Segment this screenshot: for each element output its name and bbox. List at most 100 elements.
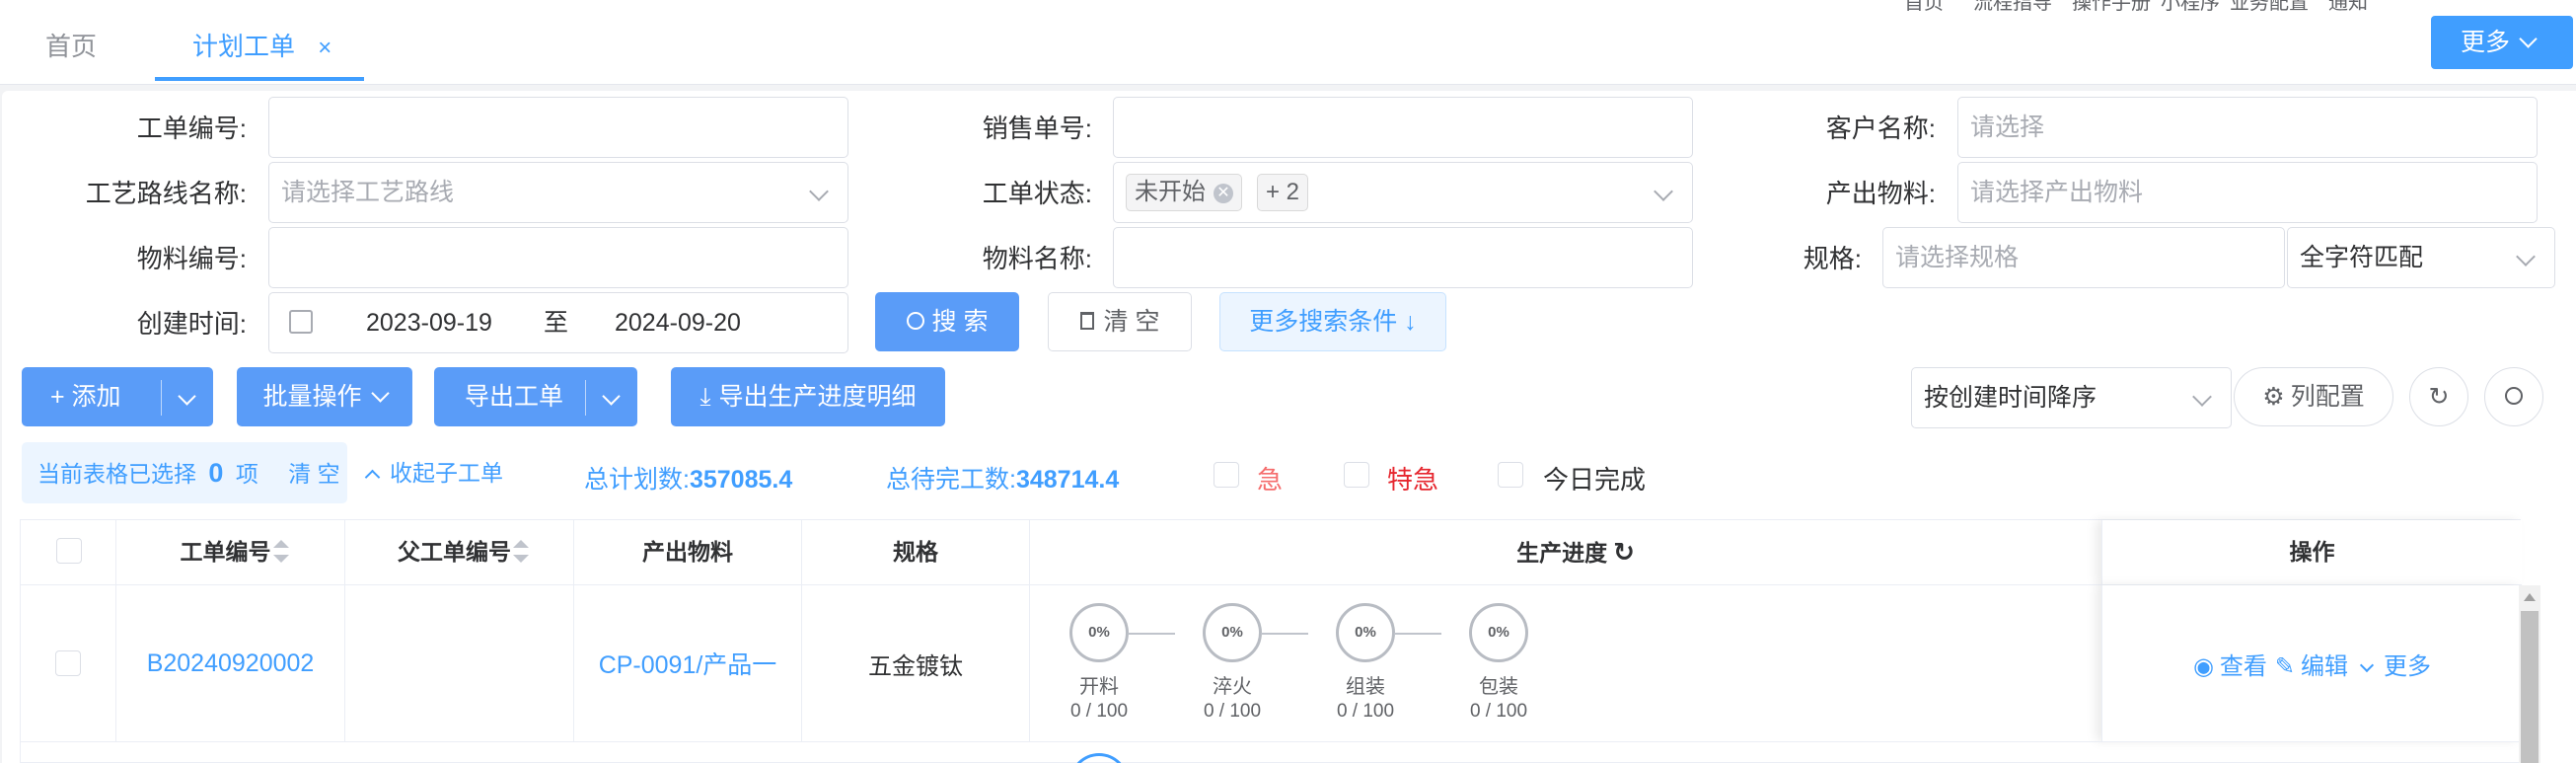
tab-home[interactable]: 首页 — [45, 0, 97, 85]
top-nav-notice[interactable]: 通知 — [2328, 0, 2368, 15]
progress-steps: 0% 开料 0 / 100 0% 淬火 0 / 100 0% 组装 0 / 100 0% 包装… — [1045, 603, 1558, 722]
chevron-down-icon — [2516, 247, 2536, 267]
urgent-label: 急 — [1257, 465, 1284, 495]
export-progress-button[interactable]: ⤓ 导出生产进度明细 — [671, 367, 945, 426]
tab-plan-order[interactable]: 计划工单 × — [192, 0, 331, 85]
sales-no-label: 销售单号: — [982, 114, 1092, 143]
eye-icon: ◉ — [2192, 652, 2214, 680]
add-button[interactable]: + 添加 — [22, 367, 213, 426]
tab-bar: 首页 计划工单 × 首页 流程指导 操作手册 小程序 业务配置 通知 更多 — [0, 0, 2576, 85]
close-icon[interactable]: ✕ — [1214, 183, 1233, 203]
progress-step[interactable]: 0% 淬火 0 / 100 — [1178, 603, 1287, 723]
add-label: + 添加 — [50, 383, 121, 411]
row-divider — [21, 741, 2522, 742]
created-date-range[interactable]: 2023-09-19 至 2024-09-20 — [268, 292, 848, 353]
output-material-select[interactable]: 请选择产出物料 — [1957, 162, 2538, 223]
close-icon[interactable]: × — [318, 35, 331, 61]
export-button[interactable]: 导出工单 — [434, 367, 637, 426]
header-spec: 规格 — [802, 520, 1030, 584]
refresh-icon: ↻ — [2428, 383, 2450, 411]
scroll-up-arrow[interactable] — [2524, 593, 2536, 601]
trash-icon — [1079, 312, 1094, 331]
download-icon: ⤓ — [699, 383, 711, 411]
chevron-down-icon[interactable] — [602, 387, 621, 406]
today-done-checkbox[interactable] — [1498, 462, 1523, 488]
created-label: 创建时间: — [136, 309, 247, 339]
material-name-input[interactable] — [1113, 227, 1693, 288]
status-label: 工单状态: — [982, 179, 1092, 208]
very-urgent-checkbox[interactable] — [1344, 462, 1369, 488]
material-no-input[interactable] — [268, 227, 848, 288]
edit-icon: ✎ — [2274, 652, 2296, 680]
more-conditions-button[interactable]: 更多搜索条件 ↓ — [1219, 292, 1446, 351]
parent-no-cell — [345, 585, 574, 741]
header-progress: 生产进度 ↻ — [1030, 520, 2121, 584]
step-connector — [1128, 633, 1175, 635]
order-no-label: 工单编号: — [136, 114, 247, 143]
step-name: 淬火 — [1213, 676, 1252, 698]
scroll-thumb[interactable] — [2521, 611, 2539, 763]
column-config-button[interactable]: ⚙ 列配置 — [2234, 367, 2393, 426]
material-link[interactable]: CP-0091/产品一 — [574, 585, 802, 741]
top-nav-miniapp[interactable]: 小程序 — [2161, 0, 2220, 15]
header-progress-label: 生产进度 — [1516, 540, 1608, 566]
batch-button[interactable]: 批量操作 — [237, 367, 412, 426]
progress-step[interactable]: 0% 包装 0 / 100 — [1444, 603, 1553, 723]
top-nav-guide[interactable]: 流程指导 — [1973, 0, 2052, 15]
date-start[interactable]: 2023-09-19 — [366, 293, 492, 352]
spec-select[interactable]: 请选择规格 — [1882, 227, 2285, 288]
vertical-scrollbar[interactable] — [2519, 585, 2540, 763]
order-no-link[interactable]: B20240920002 — [116, 585, 345, 741]
progress-step[interactable]: 0% 开料 0 / 100 — [1045, 603, 1153, 723]
order-no-input[interactable] — [268, 97, 848, 158]
status-tag: 未开始 ✕ — [1126, 174, 1242, 211]
more-link[interactable]: 更多 — [2359, 647, 2431, 681]
search-icon — [2505, 387, 2523, 406]
match-mode-select[interactable]: 全字符匹配 — [2287, 227, 2555, 288]
export-progress-label: 导出生产进度明细 — [718, 383, 917, 411]
chevron-up-icon — [364, 469, 381, 486]
order-table: 工单编号 父工单编号 产出物料 规格 生产进度 ↻ 操作 B20240920002… — [20, 519, 2540, 763]
chevron-down-icon — [2192, 387, 2212, 407]
refresh-icon[interactable]: ↻ — [1613, 537, 1635, 567]
tab-label: 计划工单 — [192, 32, 296, 61]
progress-step[interactable]: 0% 组装 0 / 100 — [1311, 603, 1420, 723]
header-material: 产出物料 — [574, 520, 802, 584]
top-nav-home[interactable]: 首页 — [1904, 0, 1944, 15]
selection-clear-link[interactable]: 清 空 — [288, 461, 339, 487]
urgent-checkbox[interactable] — [1214, 462, 1239, 488]
route-select[interactable]: 请选择工艺路线 — [268, 162, 848, 223]
top-nav-config[interactable]: 业务配置 — [2230, 0, 2309, 15]
edit-link[interactable]: ✎ 编辑 — [2275, 647, 2348, 681]
row-checkbox[interactable] — [55, 650, 81, 676]
route-label: 工艺路线名称: — [85, 179, 247, 208]
gear-icon: ⚙ — [2262, 383, 2285, 411]
selection-prefix: 当前表格已选择 — [37, 461, 196, 487]
view-link[interactable]: ◉ 查看 — [2193, 647, 2267, 681]
search-button[interactable]: 搜 索 — [875, 292, 1019, 351]
top-nav-manual[interactable]: 操作手册 — [2072, 0, 2151, 15]
collapse-label: 收起子工单 — [390, 460, 503, 486]
customer-label: 客户名称: — [1825, 114, 1936, 143]
split-divider — [585, 380, 586, 416]
header-order-no[interactable]: 工单编号 — [116, 520, 345, 584]
sort-select[interactable]: 按创建时间降序 — [1911, 367, 2232, 428]
clear-button[interactable]: 清 空 — [1048, 292, 1192, 351]
chevron-down-icon — [370, 384, 390, 403]
export-label: 导出工单 — [465, 383, 564, 411]
customer-select[interactable]: 请选择 — [1957, 97, 2538, 158]
select-all-checkbox[interactable] — [56, 538, 82, 564]
progress-cell: 0% 开料 0 / 100 0% 淬火 0 / 100 0% 组装 0 / 100 0% 包装… — [1030, 585, 2101, 741]
spec-cell: 五金镀钛 — [802, 585, 1030, 741]
header-parent-no[interactable]: 父工单编号 — [345, 520, 574, 584]
chevron-down-icon[interactable] — [178, 387, 196, 406]
calendar-icon — [289, 310, 313, 334]
collapse-children-link[interactable]: 收起子工单 — [364, 454, 503, 488]
more-button[interactable]: 更多 — [2431, 16, 2573, 69]
date-end[interactable]: 2024-09-20 — [615, 293, 741, 352]
spec-label: 规格: — [1803, 244, 1862, 273]
refresh-button[interactable]: ↻ — [2409, 367, 2468, 426]
search-toggle-button[interactable] — [2484, 367, 2543, 426]
status-select[interactable]: 未开始 ✕ + 2 — [1113, 162, 1693, 223]
sales-no-input[interactable] — [1113, 97, 1693, 158]
